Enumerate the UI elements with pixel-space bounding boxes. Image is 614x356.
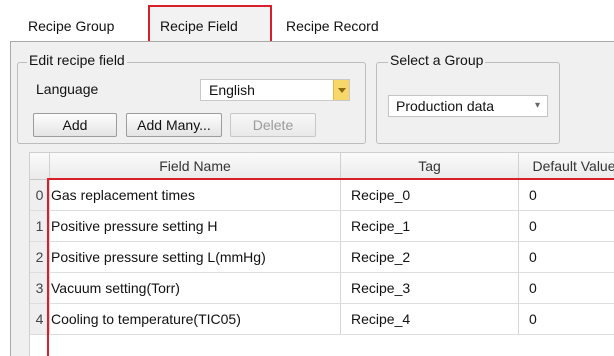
default-value-cell[interactable]: 0 bbox=[519, 180, 614, 210]
field-name-cell[interactable]: Gas replacement times bbox=[50, 180, 341, 210]
field-name-cell[interactable]: Positive pressure setting H bbox=[50, 211, 341, 241]
default-value-cell[interactable]: 0 bbox=[519, 273, 614, 303]
tag-cell[interactable]: Recipe_2 bbox=[341, 242, 519, 272]
header-default-value[interactable]: Default Value bbox=[519, 153, 614, 180]
language-label: Language bbox=[36, 81, 99, 97]
header-tag[interactable]: Tag bbox=[341, 153, 519, 180]
delete-button[interactable]: Delete bbox=[230, 113, 316, 137]
field-name-cell[interactable]: Cooling to temperature(TIC05) bbox=[50, 304, 341, 334]
tag-cell[interactable]: Recipe_4 bbox=[341, 304, 519, 334]
default-value-cell[interactable]: 0 bbox=[519, 304, 614, 334]
table-row[interactable]: 0 Gas replacement times Recipe_0 0 bbox=[30, 180, 614, 211]
header-field-name[interactable]: Field Name bbox=[50, 153, 341, 180]
tab-recipe-field-label: Recipe Field bbox=[160, 18, 238, 34]
tag-cell[interactable]: Recipe_1 bbox=[341, 211, 519, 241]
row-index: 3 bbox=[30, 273, 50, 303]
field-name-cell[interactable]: Vacuum setting(Torr) bbox=[50, 273, 341, 303]
tag-cell[interactable]: Recipe_3 bbox=[341, 273, 519, 303]
default-value-cell[interactable]: 0 bbox=[519, 242, 614, 272]
language-select[interactable]: English bbox=[200, 79, 350, 101]
row-index: 2 bbox=[30, 242, 50, 272]
recipe-field-table: Field Name Tag Default Value 0 Gas repla… bbox=[29, 152, 614, 356]
default-value-cell[interactable]: 0 bbox=[519, 211, 614, 241]
table-row[interactable]: 3 Vacuum setting(Torr) Recipe_3 0 bbox=[30, 273, 614, 304]
table-row[interactable]: 1 Positive pressure setting H Recipe_1 0 bbox=[30, 211, 614, 242]
add-button[interactable]: Add bbox=[33, 113, 117, 137]
select-group-title: Select a Group bbox=[388, 52, 486, 68]
tab-strip: Recipe Group Recipe Field Recipe Record bbox=[0, 0, 614, 43]
language-value: English bbox=[209, 82, 255, 98]
chevron-down-icon: ▾ bbox=[534, 100, 540, 111]
group-select-value: Production data bbox=[396, 98, 495, 114]
field-name-cell[interactable]: Positive pressure setting L(mmHg) bbox=[50, 242, 341, 272]
tab-recipe-field[interactable]: Recipe Field bbox=[148, 5, 272, 43]
table-header: Field Name Tag Default Value bbox=[30, 153, 614, 180]
row-index: 1 bbox=[30, 211, 50, 241]
tab-recipe-record[interactable]: Recipe Record bbox=[286, 15, 379, 37]
group-select[interactable]: Production data ▾ bbox=[388, 95, 548, 117]
row-index: 0 bbox=[30, 180, 50, 210]
chevron-down-icon[interactable] bbox=[333, 80, 349, 100]
table-row[interactable]: 2 Positive pressure setting L(mmHg) Reci… bbox=[30, 242, 614, 273]
add-many-button[interactable]: Add Many... bbox=[126, 113, 222, 137]
edit-recipe-field-title: Edit recipe field bbox=[27, 52, 127, 68]
header-index bbox=[30, 153, 50, 180]
table-row[interactable]: 4 Cooling to temperature(TIC05) Recipe_4… bbox=[30, 304, 614, 335]
tag-cell[interactable]: Recipe_0 bbox=[341, 180, 519, 210]
row-index: 4 bbox=[30, 304, 50, 334]
tab-recipe-group[interactable]: Recipe Group bbox=[28, 15, 114, 37]
